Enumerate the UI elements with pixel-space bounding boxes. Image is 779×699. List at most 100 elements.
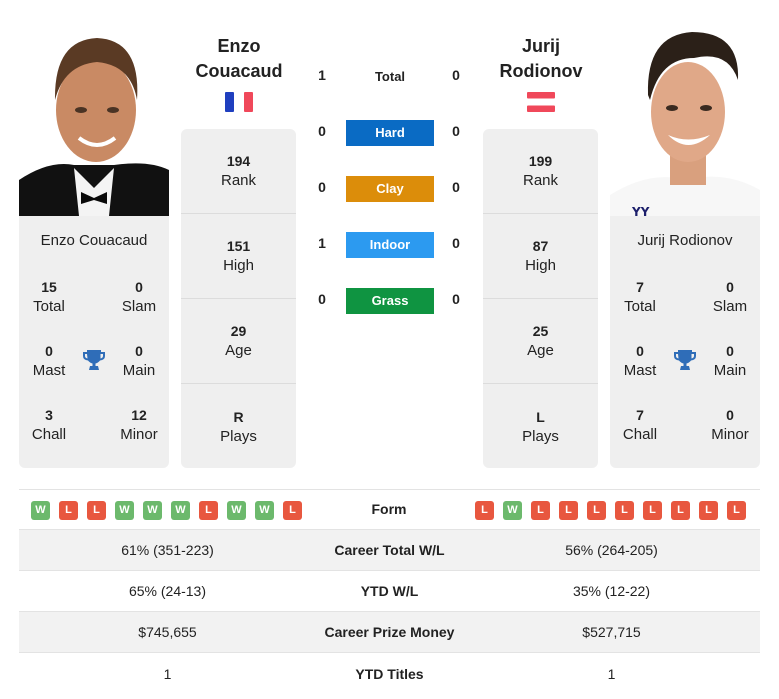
form-badge-loss[interactable]: L xyxy=(87,501,106,520)
titles-value: 12 xyxy=(131,407,147,423)
player-last-name: Rodionov xyxy=(499,61,583,81)
titles-chall: 7 Chall xyxy=(610,405,670,445)
form-badge-win[interactable]: W xyxy=(171,501,190,520)
player-first-name: Enzo xyxy=(217,36,261,56)
titles-main: 0 Main xyxy=(700,341,760,381)
h2h-row-hard: 0 Hard 0 xyxy=(310,120,470,146)
titles-label: Slam xyxy=(712,298,748,315)
form-badge-win[interactable]: W xyxy=(115,501,134,520)
titles-label: Chall xyxy=(31,426,67,443)
titles-minor: 0 Minor xyxy=(700,405,760,445)
h2h-left-value: 1 xyxy=(318,67,326,83)
right-value: 56% (264-205) xyxy=(565,542,658,558)
h2h-row-grass: 0 Grass 0 xyxy=(310,288,470,314)
form-badge-loss[interactable]: L xyxy=(671,501,690,520)
form-badge-loss[interactable]: L xyxy=(699,501,718,520)
player-stats-card-left: 194 Rank 151 High 29 Age R Plays xyxy=(181,129,296,468)
form-badge-loss[interactable]: L xyxy=(283,501,302,520)
stat-plays: R Plays xyxy=(181,384,296,469)
table-row: 61% (351-223) Career Total W/L 56% (264-… xyxy=(19,530,760,571)
titles-minor: 12 Minor xyxy=(109,405,169,445)
right-value: 35% (12-22) xyxy=(572,583,651,599)
surface-badge-grass[interactable]: Grass xyxy=(346,288,434,314)
form-badge-loss[interactable]: L xyxy=(643,501,662,520)
surface-badge-hard[interactable]: Hard xyxy=(346,120,434,146)
titles-value: 7 xyxy=(636,407,644,423)
titles-label: Total xyxy=(33,298,65,315)
titles-card-right: Jurij Rodionov 7 Total 0 Slam 0 Mast 0 M… xyxy=(610,216,760,468)
stat-label: Plays xyxy=(522,427,559,445)
titles-label: Chall xyxy=(622,426,658,443)
form-row: W L L W W W L W W L Form L W L L L L L L… xyxy=(19,489,760,530)
form-badge-loss[interactable]: L xyxy=(59,501,78,520)
player-full-name: Enzo Couacaud xyxy=(40,232,148,249)
h2h-right-value: 0 xyxy=(452,123,460,139)
form-badge-win[interactable]: W xyxy=(227,501,246,520)
form-badge-loss[interactable]: L xyxy=(531,501,550,520)
titles-value: 0 xyxy=(726,407,734,423)
titles-value: 0 xyxy=(135,279,143,295)
row-label: Career Total W/L xyxy=(334,542,445,558)
titles-slam: 0 Slam xyxy=(700,277,760,317)
form-badges-right: L W L L L L L L L L xyxy=(475,501,746,520)
titles-value: 0 xyxy=(135,343,143,359)
titles-value: 0 xyxy=(726,343,734,359)
left-value: 61% (351-223) xyxy=(121,542,214,558)
row-label: YTD Titles xyxy=(355,665,424,682)
stat-age: 29 Age xyxy=(181,299,296,384)
stat-value: R xyxy=(233,408,244,425)
h2h-left-value: 1 xyxy=(318,235,326,251)
titles-label: Mast xyxy=(32,362,66,379)
form-badge-win[interactable]: W xyxy=(31,501,50,520)
trophy-icon xyxy=(674,350,696,370)
form-badge-loss[interactable]: L xyxy=(727,501,746,520)
form-badge-win[interactable]: W xyxy=(255,501,274,520)
france-flag-icon xyxy=(225,92,253,112)
titles-label: Main xyxy=(122,362,156,379)
titles-mast: 0 Mast xyxy=(610,341,670,381)
austria-flag-icon xyxy=(527,92,555,112)
stat-value: L xyxy=(536,408,545,425)
form-badge-loss[interactable]: L xyxy=(475,501,494,520)
row-label: YTD W/L xyxy=(360,583,419,599)
titles-chall: 3 Chall xyxy=(19,405,79,445)
titles-value: 15 xyxy=(41,279,57,295)
h2h-left-value: 0 xyxy=(318,179,326,195)
form-badge-win[interactable]: W xyxy=(143,501,162,520)
titles-label: Slam xyxy=(121,298,157,315)
titles-label: Minor xyxy=(120,426,158,443)
surface-badge-indoor[interactable]: Indoor xyxy=(346,232,434,258)
h2h-right-value: 0 xyxy=(452,291,460,307)
form-badge-loss[interactable]: L xyxy=(559,501,578,520)
player-photo-right: YY xyxy=(610,20,760,216)
stat-high: 151 High xyxy=(181,214,296,299)
stat-value: 151 xyxy=(226,238,251,254)
stat-label: High xyxy=(223,257,254,274)
stat-label: Age xyxy=(225,342,252,359)
player-name-right[interactable]: Jurij Rodionov xyxy=(476,34,606,84)
form-badge-loss[interactable]: L xyxy=(587,501,606,520)
player-name-left[interactable]: Enzo Couacaud xyxy=(174,34,304,84)
stat-value: 199 xyxy=(528,153,553,169)
form-badge-loss[interactable]: L xyxy=(615,501,634,520)
left-value: $745,655 xyxy=(138,624,197,640)
titles-label: Mast xyxy=(623,362,657,379)
stat-value: 87 xyxy=(532,238,549,254)
titles-value: 0 xyxy=(45,343,53,359)
h2h-row-clay: 0 Clay 0 xyxy=(310,176,470,202)
titles-mast: 0 Mast xyxy=(19,341,79,381)
h2h-row-total: 1 Total 0 xyxy=(310,64,470,90)
right-value: 1 xyxy=(607,665,616,682)
form-badge-win[interactable]: W xyxy=(503,501,522,520)
right-value: $527,715 xyxy=(582,624,641,640)
titles-card-left: Enzo Couacaud 15 Total 0 Slam 0 Mast 0 M… xyxy=(19,216,169,468)
titles-value: 3 xyxy=(45,407,53,423)
stat-label: Age xyxy=(527,342,554,359)
form-badge-loss[interactable]: L xyxy=(199,501,218,520)
titles-value: 0 xyxy=(726,279,734,295)
stat-label: Rank xyxy=(220,172,257,189)
surface-badge-clay[interactable]: Clay xyxy=(346,176,434,202)
titles-label: Minor xyxy=(711,426,749,443)
player-last-name: Couacaud xyxy=(195,61,283,81)
stat-value: 29 xyxy=(230,323,247,339)
